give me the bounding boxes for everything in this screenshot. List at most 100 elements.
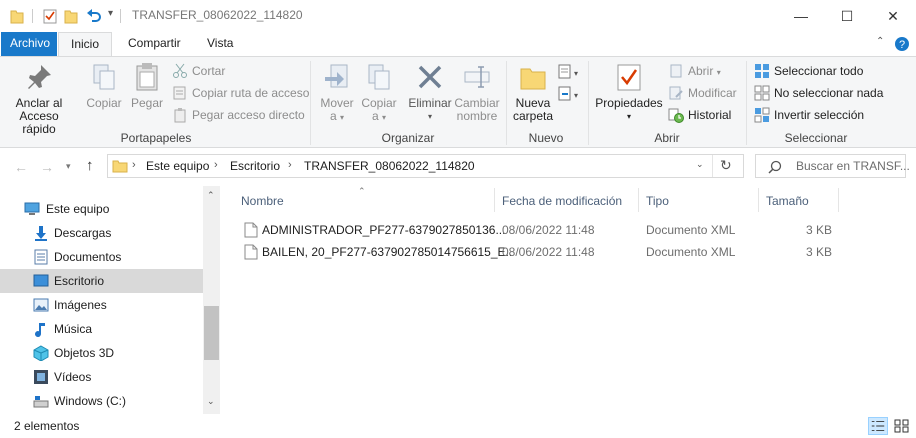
column-header-size[interactable]: Tamaño xyxy=(766,186,809,214)
file-row[interactable]: ADMINISTRADOR_PF277-6379027850136... 08/… xyxy=(240,219,840,241)
column-separator[interactable] xyxy=(838,188,839,212)
breadcrumb-current-folder[interactable]: TRANSFER_08062022_114820 xyxy=(304,159,475,173)
nav-item-documentos[interactable]: Documentos xyxy=(0,245,203,269)
cut-button[interactable]: Cortar xyxy=(172,61,225,81)
undo-icon[interactable] xyxy=(86,8,102,24)
rename-button[interactable]: Cambiar nombre xyxy=(454,61,500,123)
file-name: ADMINISTRADOR_PF277-6379027850136... xyxy=(262,223,506,237)
search-box[interactable]: Buscar en TRANSF... xyxy=(755,154,910,178)
maximize-button[interactable]: ☐ xyxy=(824,0,870,32)
paste-shortcut-icon xyxy=(174,108,186,123)
easy-access-icon[interactable]: ▾ xyxy=(558,85,580,103)
nav-label: Este equipo xyxy=(46,202,110,216)
copy-path-button[interactable]: Copiar ruta de acceso xyxy=(172,83,309,103)
tab-inicio[interactable]: Inicio xyxy=(58,32,112,57)
chevron-down-icon: ▾ xyxy=(382,113,387,122)
chevron-down-icon: ▾ xyxy=(716,68,721,77)
refresh-icon[interactable]: ↻ xyxy=(720,157,732,174)
forward-arrow-icon[interactable]: → xyxy=(40,159,54,175)
scroll-down-icon[interactable]: ⌄ xyxy=(207,396,215,407)
recent-locations-icon[interactable]: ▾ xyxy=(66,161,71,172)
delete-button[interactable]: Eliminar ▾ xyxy=(406,61,454,123)
column-header-type[interactable]: Tipo xyxy=(646,186,669,214)
address-bar[interactable]: › Este equipo › Escritorio › TRANSFER_08… xyxy=(107,154,744,178)
tab-archivo[interactable]: Archivo xyxy=(1,32,57,56)
open-label: Abrir xyxy=(688,64,714,78)
help-icon[interactable]: ? xyxy=(894,36,910,52)
nav-scrollbar[interactable]: ⌃ ⌄ xyxy=(203,186,220,414)
nav-scrollbar-thumb[interactable] xyxy=(204,306,219,360)
nav-item-objetos-3d[interactable]: Objetos 3D xyxy=(0,341,203,365)
paste-shortcut-button[interactable]: Pegar acceso directo xyxy=(172,105,305,125)
chevron-down-icon: ▾ xyxy=(427,112,432,121)
paste-button[interactable]: Pegar xyxy=(128,61,166,110)
invert-selection-label: Invertir selección xyxy=(774,108,865,122)
nav-item-imagenes[interactable]: Imágenes xyxy=(0,293,203,317)
tab-compartir[interactable]: Compartir xyxy=(118,32,191,56)
address-history-chevron-icon[interactable]: ⌄ xyxy=(696,159,704,170)
nav-label: Objetos 3D xyxy=(54,346,115,360)
column-separator[interactable] xyxy=(494,188,495,212)
edit-button[interactable]: Modificar xyxy=(668,83,737,103)
chevron-down-icon: ▾ xyxy=(340,113,345,122)
details-view-icon[interactable] xyxy=(868,417,888,435)
breadcrumb-escritorio[interactable]: Escritorio xyxy=(230,159,280,173)
file-row[interactable]: BAILEN, 20_PF277-637902785014756615_E...… xyxy=(240,241,840,263)
copy-to-button[interactable]: Copiar a ▾ xyxy=(358,61,400,124)
new-item-icon[interactable]: ▾ xyxy=(558,63,580,81)
up-arrow-icon[interactable]: ↑ xyxy=(86,157,94,174)
column-header-date[interactable]: Fecha de modificación xyxy=(502,186,622,214)
documents-icon xyxy=(34,249,48,265)
group-label-nuevo: Nuevo xyxy=(528,131,564,145)
invert-selection-button[interactable]: Invertir selección xyxy=(754,105,864,125)
paste-label: Pegar xyxy=(130,96,164,110)
select-all-button[interactable]: Seleccionar todo xyxy=(754,61,863,81)
navigation-pane: Este equipo Descargas Documentos Escrito… xyxy=(0,186,220,414)
back-arrow-icon[interactable]: ← xyxy=(14,159,28,175)
large-icons-view-icon[interactable] xyxy=(892,417,912,435)
breadcrumb-chevron-icon[interactable]: › xyxy=(288,159,292,171)
nav-label: Documentos xyxy=(54,250,122,264)
breadcrumb-chevron-icon[interactable]: › xyxy=(214,159,218,171)
close-button[interactable]: ✕ xyxy=(870,0,916,32)
nav-label: Imágenes xyxy=(54,298,107,312)
drive-icon xyxy=(33,396,49,408)
properties-icon[interactable] xyxy=(42,8,58,24)
group-label-organizar: Organizar xyxy=(381,131,435,145)
cut-label: Cortar xyxy=(192,64,226,78)
nav-item-este-equipo[interactable]: Este equipo xyxy=(0,197,203,221)
copy-button[interactable]: Copiar xyxy=(84,61,124,110)
copy-label: Copiar xyxy=(86,96,122,110)
breadcrumb-chevron-icon[interactable]: › xyxy=(132,159,136,171)
folder-icon xyxy=(10,10,24,24)
history-button[interactable]: Historial xyxy=(668,105,731,125)
new-folder-button[interactable]: Nueva carpeta xyxy=(512,61,554,123)
select-none-button[interactable]: No seleccionar nada xyxy=(754,83,883,103)
nav-item-musica[interactable]: Música xyxy=(0,317,203,341)
scroll-up-icon[interactable]: ⌃ xyxy=(207,190,215,201)
column-separator[interactable] xyxy=(638,188,639,212)
open-button[interactable]: Abrir ▾ xyxy=(668,61,721,81)
pictures-icon xyxy=(33,298,49,312)
customize-toolbar-icon[interactable]: ▾ xyxy=(108,8,113,19)
breadcrumb-este-equipo[interactable]: Este equipo xyxy=(146,159,209,173)
move-to-button[interactable]: Mover a ▾ xyxy=(316,61,358,124)
new-folder-icon[interactable] xyxy=(64,8,78,24)
pin-quick-access-button[interactable]: Anclar al Acceso rápido xyxy=(6,61,72,136)
xml-file-icon xyxy=(244,244,258,260)
minimize-button[interactable]: — xyxy=(778,0,824,32)
properties-icon xyxy=(617,64,641,91)
chevron-up-icon[interactable]: ⌃ xyxy=(876,36,884,47)
nav-item-windows-c[interactable]: Windows (C:) xyxy=(0,389,203,413)
column-header-name[interactable]: Nombre xyxy=(241,186,284,214)
ribbon-tabs: Archivo Inicio Compartir Vista ⌃ ? xyxy=(0,32,916,57)
nav-item-escritorio[interactable]: Escritorio xyxy=(0,269,203,293)
tab-vista[interactable]: Vista xyxy=(197,32,243,56)
nav-item-videos[interactable]: Vídeos xyxy=(0,365,203,389)
nav-item-descargas[interactable]: Descargas xyxy=(0,221,203,245)
column-separator[interactable] xyxy=(758,188,759,212)
properties-button[interactable]: Propiedades ▾ xyxy=(594,61,664,123)
copy-to-label-2: a xyxy=(371,109,379,123)
file-date: 08/06/2022 11:48 xyxy=(502,245,595,259)
select-none-label: No seleccionar nada xyxy=(774,86,884,100)
